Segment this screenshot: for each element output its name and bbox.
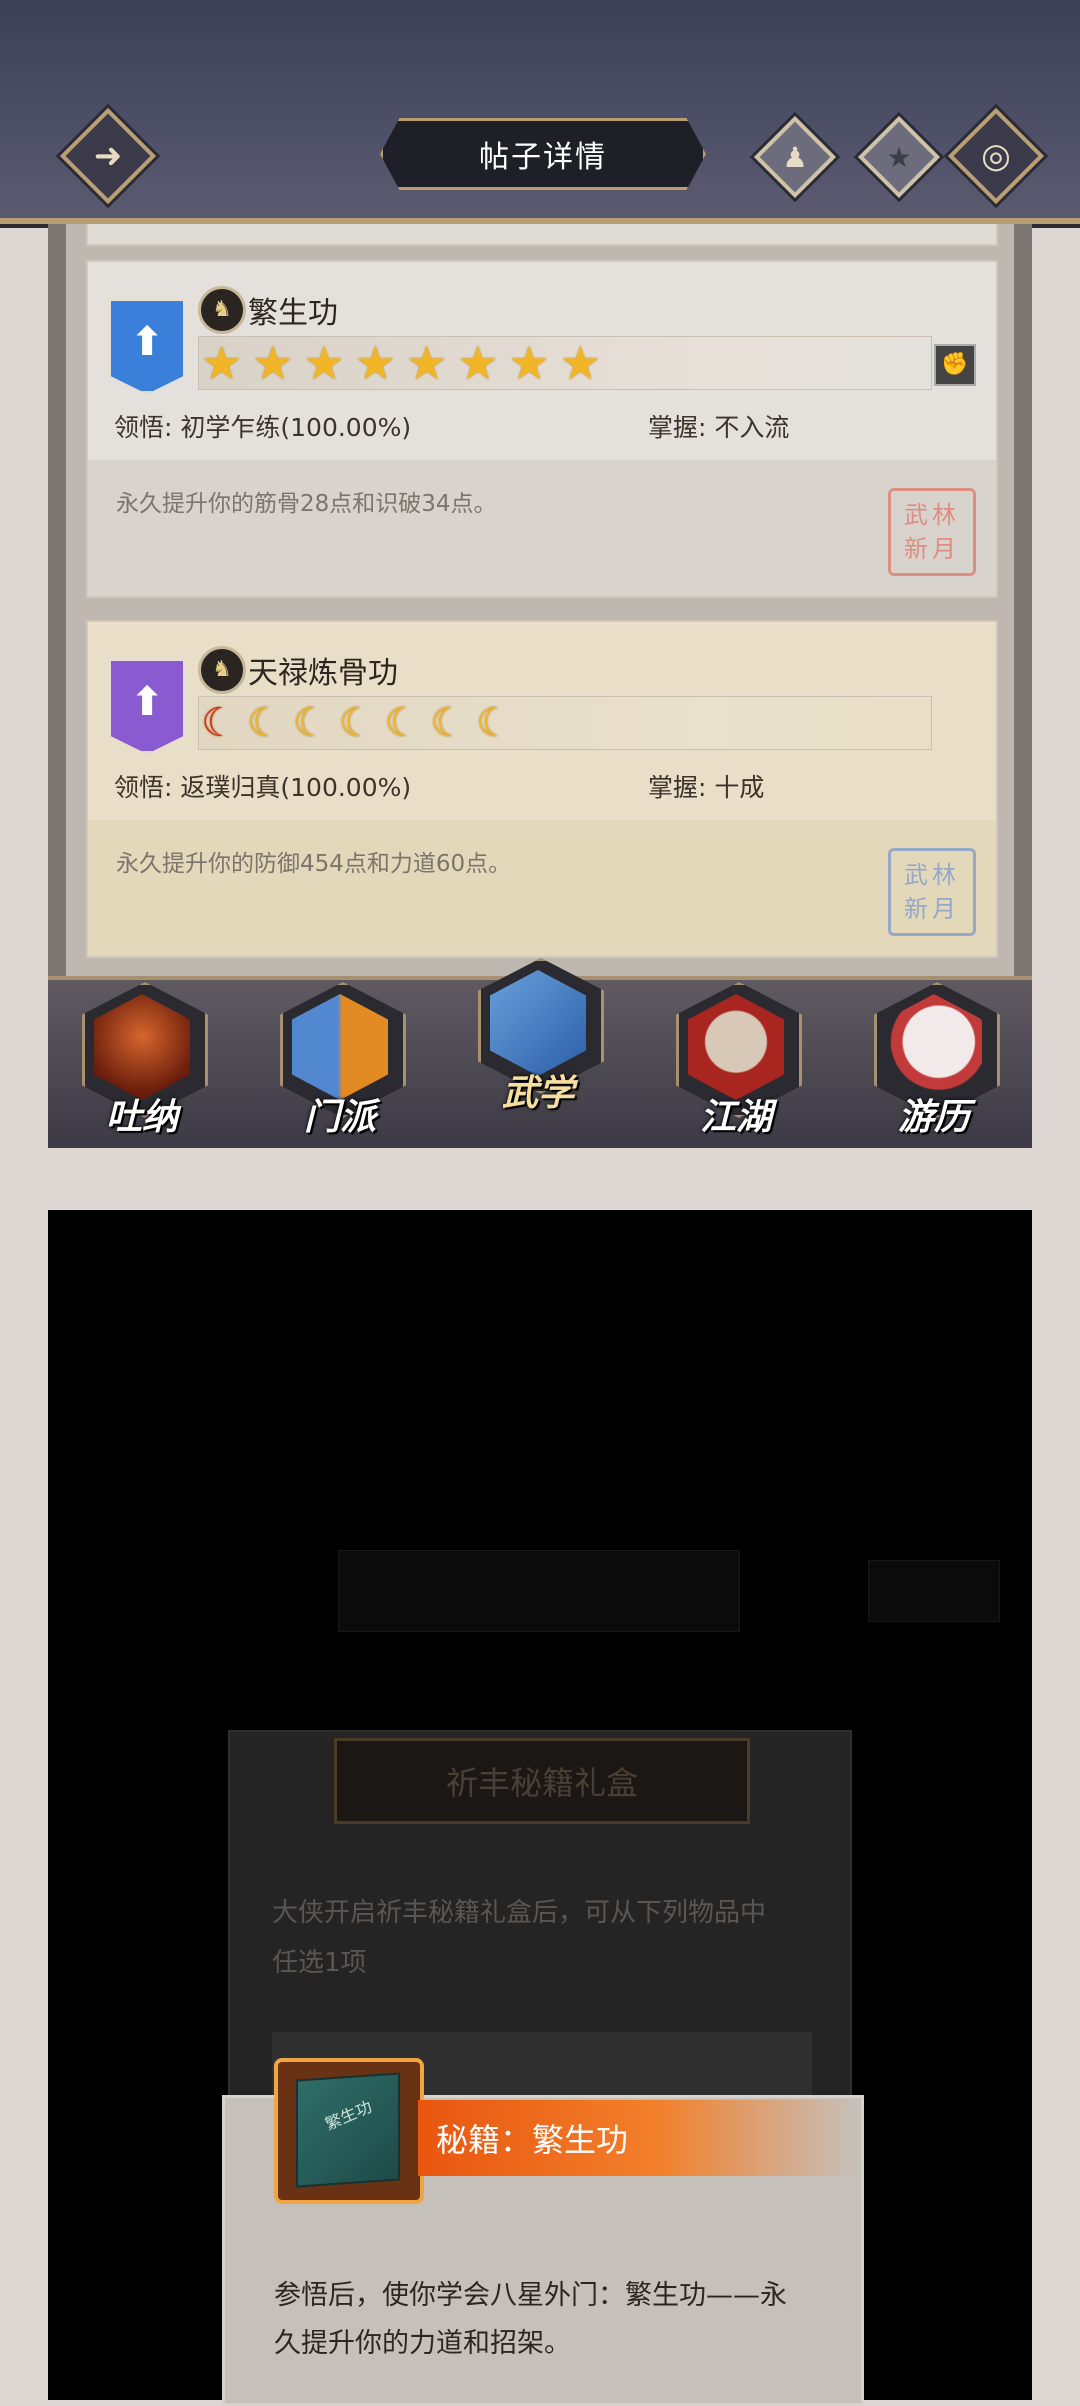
dialog-intro-line1: 大侠开启祈丰秘籍礼盒后，可从下列物品中 [272, 1898, 767, 1928]
star-icon: ★ [508, 336, 550, 390]
comprehension-row: 领悟: 返璞归真(100.00%) [114, 768, 411, 804]
profile-button[interactable]: ♟ [753, 115, 837, 199]
comprehension-row: 领悟: 初学乍练(100.00%) [114, 408, 411, 444]
nav-item-tuna[interactable]: 吐纳 [72, 982, 212, 1142]
star-icon: ★ [354, 336, 396, 390]
settings-button[interactable]: ◎ [947, 107, 1045, 205]
comprehension-label: 领悟: [114, 413, 173, 442]
mastery-value: 不入流 [714, 413, 790, 442]
skill-description: 永久提升你的筋骨28点和识破34点。 武林新月 [88, 460, 996, 596]
skill-card-top: ⬆ ♞ 繁生功 ★ ★ ★ ★ ★ ★ ★ ★ ✊ 领悟: 初学乍练(100.0 [88, 262, 996, 462]
nav-label: 江湖 [699, 1096, 772, 1138]
star-icon: ★ [303, 336, 345, 390]
dialog-intro-line2: 任选1项 [272, 1948, 367, 1978]
item-desc-line2: 久提升你的力道和招架。 [274, 2328, 571, 2359]
skill-description-text: 永久提升你的防御454点和力道60点。 [116, 851, 512, 877]
dim-header-button [868, 1560, 1000, 1622]
item-desc-line1: 参悟后，使你学会八星外门：繁生功——永 [274, 2280, 787, 2311]
skill-list: ⬆ ♞ 繁生功 ★ ★ ★ ★ ★ ★ ★ ★ ✊ 领悟: 初学乍练(100.0 [66, 224, 1014, 984]
skill-card[interactable]: ⬆ ♞ 繁生功 ★ ★ ★ ★ ★ ★ ★ ★ ✊ 领悟: 初学乍练(100.0 [86, 260, 998, 598]
nav-item-jianghu[interactable]: 江湖 [666, 982, 806, 1142]
skill-description: 永久提升你的防御454点和力道60点。 武林新月 [88, 820, 996, 956]
red-moon-icon: ☾ [201, 700, 237, 746]
target-icon: ◎ [981, 136, 1011, 176]
page-title: 帖子详情 [479, 140, 607, 175]
dim-header-plate [338, 1550, 740, 1632]
upgrade-arrow-icon: ⬆ [130, 679, 164, 725]
previous-card-edge [86, 224, 998, 246]
mastery-row: 掌握: 十成 [648, 768, 764, 804]
nav-item-wuxue[interactable]: 武学 [468, 958, 608, 1118]
skill-name: 天禄炼骨功 [248, 656, 398, 691]
skill-moon-rating: ☾ ☾ ☾ ☾ ☾ ☾ ☾ [198, 696, 932, 750]
star-icon: ★ [201, 336, 243, 390]
skill-tier-banner: ⬆ [108, 298, 186, 394]
favorite-button[interactable]: ★ [857, 115, 941, 199]
mastery-label: 掌握: [648, 773, 707, 802]
mastery-row: 掌握: 不入流 [648, 408, 789, 444]
dialog-title: 祈丰秘籍礼盒 [334, 1738, 750, 1824]
skill-card[interactable]: ⬆ ♞ 天禄炼骨功 ☾ ☾ ☾ ☾ ☾ ☾ ☾ 领悟: 返璞归真(100.00%… [86, 620, 998, 958]
fist-icon[interactable]: ✊ [934, 344, 976, 386]
item-name: 秘籍：繁生功 [436, 2121, 629, 2159]
moon-icon: ☾ [338, 700, 375, 746]
nav-item-menpai[interactable]: 门派 [270, 982, 410, 1142]
comprehension-value: 初学乍练(100.00%) [180, 413, 412, 442]
skill-emblem-icon: ♞ [198, 286, 246, 334]
star-icon: ★ [252, 336, 294, 390]
seal-stamp: 武林新月 [888, 848, 976, 936]
moon-icon: ☾ [430, 700, 467, 746]
star-icon: ★ [559, 336, 601, 390]
secret-book-icon: 繁生功 [296, 2072, 400, 2188]
mastery-label: 掌握: [648, 413, 707, 442]
moon-icon: ☾ [476, 700, 513, 746]
skill-description-text: 永久提升你的筋骨28点和识破34点。 [116, 491, 497, 517]
nav-label: 武学 [501, 1072, 574, 1114]
comprehension-label: 领悟: [114, 773, 173, 802]
comprehension-value: 返璞归真(100.00%) [180, 773, 412, 802]
skill-tier-banner: ⬆ [108, 658, 186, 754]
profile-icon: ♟ [782, 140, 808, 174]
skill-star-rating: ★ ★ ★ ★ ★ ★ ★ ★ [198, 336, 932, 390]
back-button[interactable]: ➜ [59, 107, 157, 205]
app-header: ➜ 帖子详情 ♟ ★ ◎ [0, 0, 1080, 224]
skill-name: 繁生功 [248, 296, 338, 331]
moon-icon: ☾ [292, 700, 329, 746]
item-name-banner: 秘籍：繁生功 [418, 2100, 856, 2176]
moon-icon: ☾ [246, 700, 283, 746]
moon-icon: ☾ [384, 700, 421, 746]
skill-card-top: ⬆ ♞ 天禄炼骨功 ☾ ☾ ☾ ☾ ☾ ☾ ☾ 领悟: 返璞归真(100.00%… [88, 622, 996, 822]
item-icon-frame: 繁生功 [274, 2058, 424, 2204]
favorite-star-icon: ★ [886, 140, 912, 174]
seal-stamp: 武林新月 [888, 488, 976, 576]
back-arrow-icon: ➜ [93, 136, 123, 176]
book-cover-text: 繁生功 [322, 2096, 375, 2134]
nav-label: 游历 [897, 1096, 970, 1138]
skill-emblem-icon: ♞ [198, 646, 246, 694]
bottom-nav: 吐纳 门派 武学 江湖 游历 [48, 958, 1032, 1148]
nav-item-youli[interactable]: 游历 [864, 982, 1004, 1142]
star-icon: ★ [406, 336, 448, 390]
upgrade-arrow-icon: ⬆ [130, 319, 164, 365]
nav-label: 门派 [303, 1096, 376, 1138]
martial-arts-screenshot: ⬆ ♞ 繁生功 ★ ★ ★ ★ ★ ★ ★ ★ ✊ 领悟: 初学乍练(100.0 [48, 224, 1032, 1148]
star-icon: ★ [457, 336, 499, 390]
mastery-value: 十成 [714, 773, 765, 802]
page-title-plate: 帖子详情 [380, 118, 706, 190]
nav-label: 吐纳 [105, 1096, 178, 1138]
